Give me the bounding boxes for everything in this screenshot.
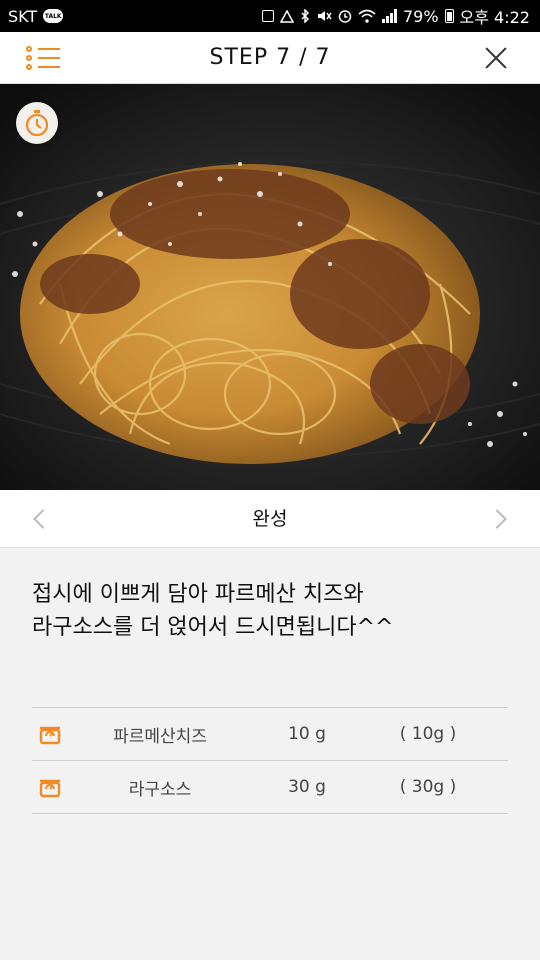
talk-badge-label: TALK — [44, 12, 62, 20]
timer-button[interactable] — [16, 102, 58, 144]
notification-icon — [261, 10, 274, 22]
warning-icon — [279, 9, 294, 23]
mute-icon — [317, 11, 332, 21]
ingredient-amount: 30 g — [288, 777, 326, 797]
ingredient-name: 파르메산치즈 — [113, 726, 207, 747]
close-button[interactable] — [484, 46, 508, 70]
scale-icon — [39, 779, 61, 798]
carrier-label: SKT — [8, 6, 38, 26]
step-name: 완성 — [252, 508, 288, 530]
stopwatch-icon — [25, 110, 49, 137]
header-bar: STEP 7 / 7 — [0, 32, 540, 84]
ingredient-name: 라구소스 — [128, 779, 192, 800]
bluetooth-icon — [301, 9, 310, 23]
battery-percent: 79% — [402, 6, 439, 26]
ingredient-alt-amount: ( 10g ) — [399, 724, 457, 744]
signal-icon — [381, 9, 397, 23]
step-navigation: 완성 — [0, 490, 540, 548]
battery-icon — [444, 9, 454, 23]
ingredient-row: 라구소스 30 g ( 30g ) — [32, 761, 508, 814]
step-photo — [0, 84, 540, 490]
ingredient-row: 파르메산치즈 10 g ( 10g ) — [32, 708, 508, 761]
status-bar: SKT TALK 79% 오후 4:22 — [0, 0, 540, 32]
pasta-image — [0, 84, 540, 490]
ingredient-alt-amount: ( 30g ) — [399, 777, 457, 797]
wifi-icon — [358, 9, 376, 23]
alarm-icon — [338, 10, 352, 23]
ingredient-list: 파르메산치즈 10 g ( 10g ) 라구소스 30 g ( 30g ) — [32, 707, 508, 814]
kakaotalk-icon: TALK — [43, 9, 64, 23]
step-description: 접시에 이쁘게 담아 파르메산 치즈와 라구소스를 더 얹어서 드시면됩니다^^ — [32, 578, 508, 644]
description-line-1: 접시에 이쁘게 담아 파르메산 치즈와 — [32, 582, 364, 607]
ingredient-amount: 10 g — [288, 724, 326, 744]
clock: 오후 4:22 — [459, 8, 530, 27]
description-line-2: 라구소스를 더 얹어서 드시면됩니다^^ — [32, 615, 394, 640]
scale-icon — [39, 726, 61, 745]
page-title: STEP 7 / 7 — [209, 45, 331, 70]
